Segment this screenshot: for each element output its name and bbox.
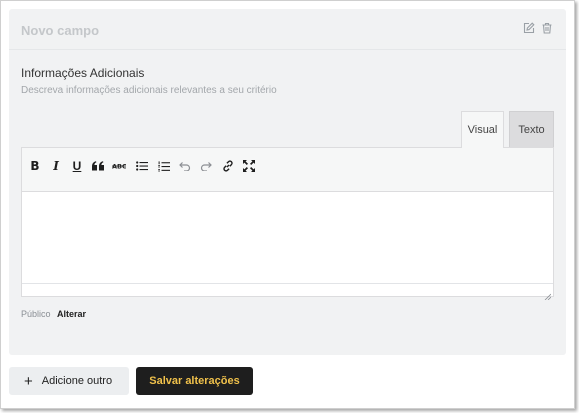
plus-icon: +	[24, 372, 33, 390]
tab-texto[interactable]: Texto	[509, 111, 554, 147]
card-title: Novo campo	[21, 23, 100, 38]
tab-visual[interactable]: Visual	[461, 111, 504, 148]
trash-icon[interactable]	[541, 22, 553, 34]
edit-icon[interactable]	[523, 22, 535, 34]
numbered-list-icon[interactable]	[155, 157, 173, 175]
field-card: Novo campo Informações Adicionais Descre…	[9, 9, 566, 355]
blockquote-icon[interactable]	[89, 157, 107, 175]
resize-handle-icon[interactable]	[544, 287, 552, 301]
change-visibility-link[interactable]: Alterar	[57, 309, 86, 319]
fullscreen-icon[interactable]	[240, 157, 258, 175]
undo-icon[interactable]	[176, 157, 194, 175]
editor-statusbar	[22, 283, 553, 301]
save-changes-button[interactable]: Salvar alterações	[136, 367, 253, 395]
bullet-list-icon[interactable]	[133, 157, 151, 175]
link-icon[interactable]	[219, 157, 237, 175]
underline-icon[interactable]: U	[68, 157, 86, 175]
redo-icon[interactable]	[197, 157, 215, 175]
editor-toolbar: B I U ABC	[22, 148, 553, 192]
italic-icon[interactable]: I	[47, 157, 65, 175]
visibility-label: Público	[21, 309, 51, 319]
strikethrough-icon[interactable]: ABC	[110, 157, 128, 175]
card-header: Novo campo	[9, 9, 566, 50]
add-another-button[interactable]: + Adicione outro	[9, 367, 129, 395]
visibility-row: Público Alterar	[21, 309, 86, 319]
rich-text-editor: B I U ABC	[21, 147, 554, 301]
editor-content-area[interactable]	[22, 193, 553, 283]
add-another-label: Adicione outro	[41, 375, 113, 387]
field-description: Descreva informações adicionais relevant…	[21, 85, 277, 96]
field-label: Informações Adicionais	[21, 66, 145, 80]
window-frame: Novo campo Informações Adicionais Descre…	[0, 0, 575, 409]
bold-icon[interactable]: B	[26, 157, 44, 175]
